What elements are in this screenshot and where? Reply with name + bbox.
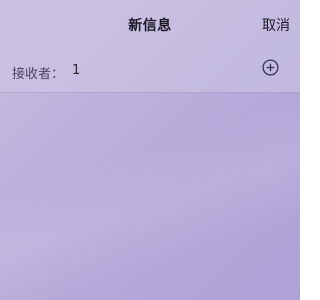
- navigation-bar: 新信息 取消: [0, 0, 300, 46]
- cancel-button[interactable]: 取消: [262, 15, 290, 35]
- add-recipient-button[interactable]: [262, 59, 279, 76]
- page-title: 新信息: [128, 18, 172, 34]
- plus-circle-icon: [262, 59, 279, 76]
- recipient-field[interactable]: 接收者： 1: [0, 46, 300, 93]
- new-message-screen: 新信息 取消 接收者： 1: [0, 0, 300, 300]
- recipient-label: 接收者：: [12, 67, 65, 82]
- recipient-input[interactable]: 1: [72, 63, 80, 78]
- message-body-area[interactable]: [0, 93, 300, 300]
